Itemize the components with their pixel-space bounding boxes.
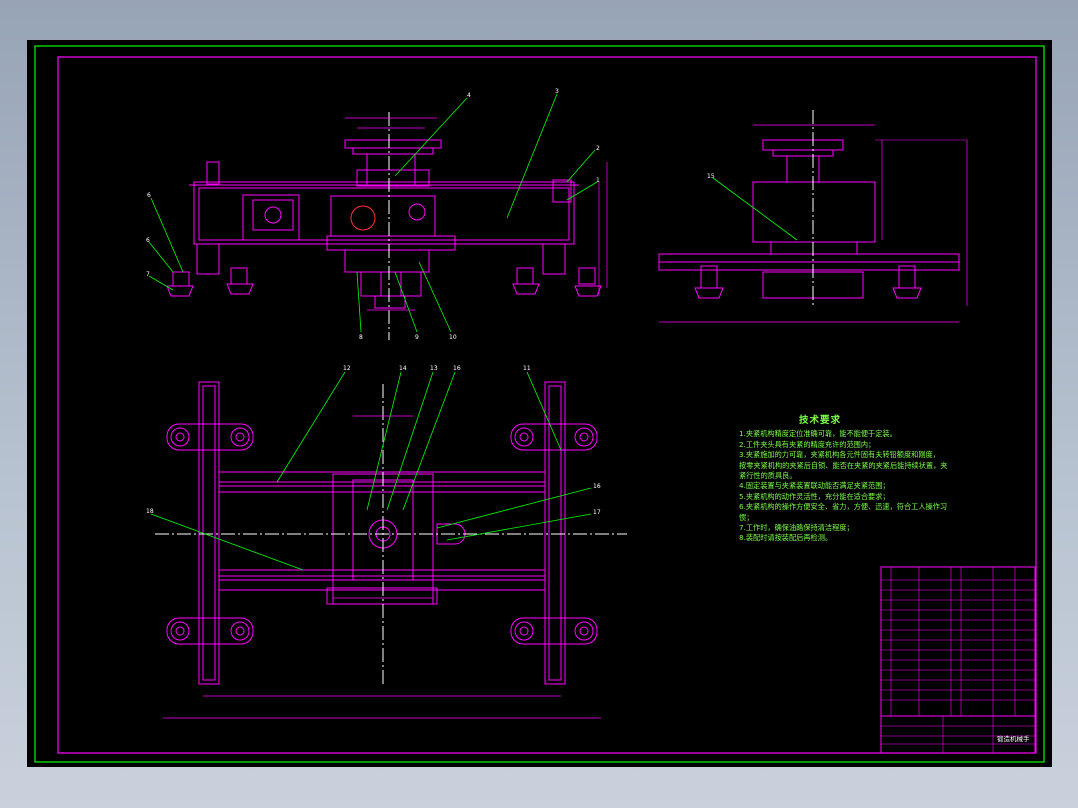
leader-label: 12	[343, 365, 351, 372]
tech-requirement-line: 6.夹紧机构的操作方便安全、省力，方便、迅速，符合工人操作习	[739, 502, 948, 512]
leader-label: 10	[449, 334, 457, 341]
leader-label: 15	[707, 173, 715, 180]
tech-requirement-line: 1.夹紧机构精度定位准确可靠，能不能便于定装。	[739, 429, 897, 439]
leader-label: 11	[523, 365, 531, 372]
leader-label: 14	[399, 365, 407, 372]
tech-requirement-line: 7.工作时，确保油路保持清洁程度；	[739, 523, 854, 533]
leader-label: 16	[593, 483, 601, 490]
leader-label: 6	[147, 192, 151, 199]
leader-label: 16	[453, 365, 461, 372]
leader-label: 18	[146, 508, 154, 515]
leader-labels: 1 2 3 4 6 6 7 8 9 10 15 12 14 13 16 11 1…	[27, 40, 1052, 767]
leader-label: 7	[146, 271, 150, 278]
tech-requirement-line: 按零夹紧机构的夹紧后自锁、能否在夹紧的夹紧后能持续状置，夹	[739, 460, 948, 470]
leader-label: 1	[596, 177, 600, 184]
technical-requirements: 技术要求 1.夹紧机构精度定位准确可靠，能不能便于定装。 2.工件夹头具有夹紧的…	[739, 415, 949, 544]
leader-label: 4	[467, 92, 471, 99]
leader-label: 13	[430, 365, 438, 372]
tech-requirement-line: 8.装配时请按装配后再检测。	[739, 533, 833, 543]
leader-label: 3	[555, 88, 559, 95]
tech-requirement-line: 4.固定装置与夹紧装置联动能否满足夹紧范围；	[739, 481, 890, 491]
leader-label: 9	[415, 334, 419, 341]
leader-label: 6	[146, 237, 150, 244]
leader-label: 2	[596, 145, 600, 152]
leader-label: 8	[359, 334, 363, 341]
title-block-drawing-name: 锻造机械手	[997, 735, 1030, 743]
cad-drawing-sheet[interactable]: 1 2 3 4 6 6 7 8 9 10 15 12 14 13 16 11 1…	[27, 40, 1052, 767]
tech-requirement-line: 紧行性的质具良。	[739, 471, 797, 481]
tech-requirement-line: 3.夹紧施加的力可靠，夹紧机构各元件固有夫转铅额度和刚度，	[739, 450, 940, 460]
tech-requirement-line: 惯；	[739, 512, 754, 522]
leader-label: 17	[593, 509, 601, 516]
tech-requirements-title: 技术要求	[799, 415, 842, 426]
tech-requirement-line: 5.夹紧机构的动作灵活性，充分能在适合要求；	[739, 491, 890, 501]
tech-requirement-line: 2.工件夹头具有夹紧的精度充许的范围内；	[739, 439, 876, 449]
